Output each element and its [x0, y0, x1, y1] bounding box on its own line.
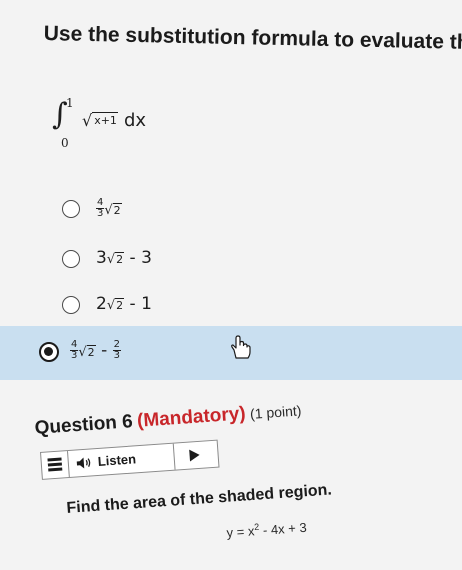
- answer-prefix: 2: [96, 294, 107, 314]
- hand-cursor-icon: [231, 335, 251, 359]
- sqrt-radicand: 2: [112, 202, 122, 217]
- answer-suffix: - 3: [129, 248, 152, 268]
- menu-icon[interactable]: [47, 457, 63, 473]
- sqrt-radicand: 2: [115, 298, 125, 312]
- answer-option-a[interactable]: 4 3 √2: [0, 192, 462, 238]
- integral-upper-limit: 1: [66, 96, 74, 110]
- sqrt-radicand: 2: [86, 344, 96, 359]
- quiz-page: Use the substitution formula to evaluate…: [0, 0, 462, 570]
- sqrt-term: √2: [106, 298, 125, 313]
- equation-rhs: - 4x + 3: [258, 519, 308, 538]
- equation-lhs: y = x: [226, 523, 255, 541]
- question6-prompt: Find the area of the shaded region.: [66, 481, 333, 517]
- answer-prefix: 3: [96, 248, 107, 268]
- radio-button-selected[interactable]: [39, 342, 59, 362]
- radio-button[interactable]: [62, 200, 80, 218]
- integral-lower-limit: 0: [61, 136, 69, 150]
- integrand-radicand: x+1: [92, 112, 118, 127]
- toolbar-divider: [172, 443, 176, 470]
- answer-label: 2√2 - 1: [96, 294, 152, 314]
- integrand: √ x+1 dx: [82, 110, 146, 131]
- answer-label: 4 3 √2: [96, 198, 122, 219]
- radio-button[interactable]: [62, 250, 80, 268]
- question-instruction: Use the substitution formula to evaluate…: [43, 22, 462, 54]
- mandatory-label: (Mandatory): [136, 403, 247, 432]
- speaker-icon: [76, 457, 91, 469]
- answer-label: 4 3 √2 - 23: [70, 340, 121, 361]
- sqrt-term: √2: [104, 202, 122, 218]
- question6-title: Question 6: [34, 411, 134, 439]
- listen-button[interactable]: Listen: [97, 451, 136, 469]
- question6-header: Question 6 (Mandatory) (1 point): [34, 399, 302, 440]
- sqrt-symbol-icon: √: [82, 111, 93, 130]
- answer-label: 3√2 - 3: [96, 248, 152, 268]
- play-icon[interactable]: [189, 448, 201, 462]
- integral-differential: dx: [123, 110, 147, 131]
- sqrt-term: √2: [106, 252, 125, 267]
- sqrt-term: √2: [78, 344, 96, 360]
- minus-sign: -: [101, 340, 108, 361]
- answer-option-d[interactable]: 4 3 √2 - 23: [0, 326, 462, 380]
- answer-suffix: - 1: [129, 294, 152, 314]
- toolbar-divider: [67, 451, 70, 478]
- listen-toolbar: Listen: [40, 439, 220, 480]
- fraction-denominator: 3: [113, 350, 120, 361]
- answer-option-b[interactable]: 3√2 - 3: [0, 242, 462, 288]
- integral-expression: ∫ 1 0 √ x+1 dx: [52, 96, 192, 156]
- curve-equation: y = x2 - 4x + 3: [226, 518, 308, 541]
- sqrt-radicand: 2: [115, 252, 125, 266]
- points-label: (1 point): [249, 402, 302, 422]
- radio-button[interactable]: [62, 296, 80, 314]
- fraction: 23: [112, 340, 121, 361]
